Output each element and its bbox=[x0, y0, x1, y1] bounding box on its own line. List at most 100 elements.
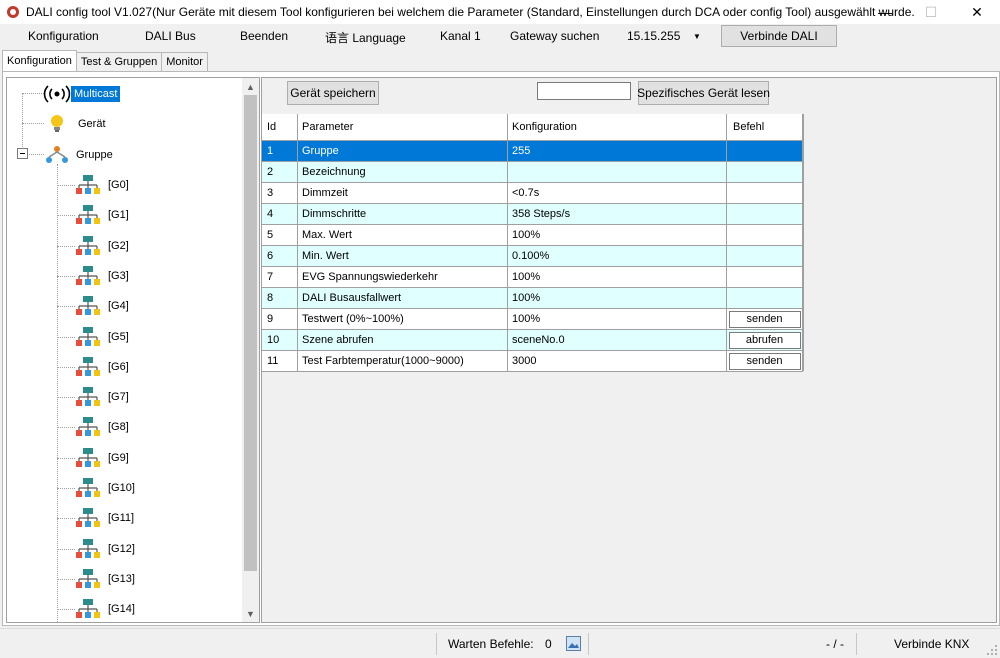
tree-node-group-item[interactable]: [G4] bbox=[75, 295, 132, 317]
tree-label-group-item: [G3] bbox=[108, 269, 129, 282]
tree-label-group-item: [G2] bbox=[108, 239, 129, 252]
cell-id: 7 bbox=[262, 267, 298, 288]
cell-configuration[interactable]: 100% bbox=[508, 309, 727, 330]
address-value: 15.15.255 bbox=[627, 29, 681, 43]
tree-node-group-item[interactable]: [G9] bbox=[75, 447, 132, 469]
tree-node-group[interactable]: Gruppe bbox=[43, 144, 116, 166]
tree-label-group-item: [G4] bbox=[108, 300, 129, 313]
tree-label-group-item: [G13] bbox=[108, 572, 135, 585]
tab-strip: Konfiguration Test & Gruppen Monitor bbox=[2, 50, 208, 72]
table-row[interactable]: 8 DALI Busausfallwert 100% bbox=[262, 288, 803, 309]
cell-configuration[interactable]: 100% bbox=[508, 225, 727, 246]
cell-configuration[interactable]: 358 Steps/s bbox=[508, 204, 727, 225]
cell-configuration[interactable]: 100% bbox=[508, 288, 727, 309]
maximize-button[interactable]: ☐ bbox=[908, 0, 954, 24]
tree-node-group-item[interactable]: [G10] bbox=[75, 477, 138, 499]
device-tree[interactable]: Multicast Gerät Gruppe [G0] [G1] [G2] [G3] [… bbox=[6, 77, 260, 623]
table-row[interactable]: 10 Szene abrufen sceneNo.0 abrufen bbox=[262, 330, 803, 351]
tree-node-group-item[interactable]: [G7] bbox=[75, 386, 132, 408]
cell-configuration[interactable]: 3000 bbox=[508, 351, 727, 372]
cell-configuration[interactable] bbox=[508, 162, 727, 183]
tree-node-group-item[interactable]: [G5] bbox=[75, 326, 132, 348]
tree-node-group-item[interactable]: [G3] bbox=[75, 265, 132, 287]
resize-grip-icon[interactable] bbox=[986, 644, 998, 656]
tree-node-multicast[interactable]: Multicast bbox=[43, 83, 121, 105]
table-row[interactable]: 6 Min. Wert 0.100% bbox=[262, 246, 803, 267]
parameter-grid[interactable]: Id Parameter Konfiguration Befehl 1 Grupp… bbox=[262, 114, 804, 372]
scroll-thumb[interactable] bbox=[244, 95, 257, 571]
header-configuration: Konfiguration bbox=[508, 114, 727, 141]
tree-node-group-item[interactable]: [G11] bbox=[75, 507, 137, 529]
cell-command bbox=[727, 288, 803, 309]
tree-node-group-item[interactable]: [G0] bbox=[75, 174, 132, 196]
row-senden-button[interactable]: senden bbox=[728, 352, 801, 370]
table-row[interactable]: 5 Max. Wert 100% bbox=[262, 225, 803, 246]
tree-node-group-item[interactable]: [G14] bbox=[75, 598, 138, 620]
cell-configuration[interactable]: <0.7s bbox=[508, 183, 727, 204]
row-senden-button[interactable]: senden bbox=[728, 310, 801, 328]
tree-node-group-item[interactable]: [G12] bbox=[75, 538, 138, 560]
network-group-icon bbox=[76, 538, 100, 558]
tab-test-gruppen[interactable]: Test & Gruppen bbox=[75, 52, 163, 71]
dropdown-arrow-icon[interactable]: ▼ bbox=[689, 32, 705, 41]
collapse-toggle-icon[interactable] bbox=[17, 148, 28, 159]
tree-node-group-item[interactable]: [G1] bbox=[75, 204, 132, 226]
tree-line bbox=[57, 245, 75, 247]
network-group-icon bbox=[76, 508, 100, 528]
menu-konfiguration[interactable]: Konfiguration bbox=[28, 29, 99, 43]
address-combobox[interactable]: 15.15.255 ▼ bbox=[618, 25, 706, 47]
menu-beenden[interactable]: Beenden bbox=[240, 29, 288, 43]
cell-id: 6 bbox=[262, 246, 298, 267]
scroll-up-icon[interactable]: ▲ bbox=[242, 78, 259, 95]
menu-kanal[interactable]: Kanal 1 bbox=[440, 29, 481, 43]
minimize-button[interactable]: — bbox=[862, 0, 908, 24]
table-row[interactable]: 7 EVG Spannungswiederkehr 100% bbox=[262, 267, 803, 288]
cell-configuration[interactable]: sceneNo.0 bbox=[508, 330, 727, 351]
table-row[interactable]: 3 Dimmzeit <0.7s bbox=[262, 183, 803, 204]
tree-line bbox=[57, 275, 75, 277]
cell-command: senden bbox=[727, 351, 803, 372]
tree-line bbox=[22, 123, 44, 124]
status-dash: - / - bbox=[826, 637, 844, 651]
table-row[interactable]: 9 Testwert (0%~100%) 100% senden bbox=[262, 309, 803, 330]
waiting-commands-label: Warten Befehle: bbox=[448, 637, 534, 651]
table-row[interactable]: 2 Bezeichnung bbox=[262, 162, 803, 183]
tree-node-group-item[interactable]: [G6] bbox=[75, 356, 132, 378]
connect-knx-status[interactable]: Verbinde KNX bbox=[894, 637, 969, 651]
cell-id: 1 bbox=[262, 141, 298, 162]
tree-node-group-item[interactable]: [G13] bbox=[75, 568, 138, 590]
tree-scrollbar[interactable]: ▲ ▼ bbox=[242, 78, 259, 622]
menu-bar: Konfiguration DALI Bus Beenden 语言 Langua… bbox=[0, 24, 1000, 50]
close-button[interactable]: ✕ bbox=[954, 0, 1000, 24]
scroll-down-icon[interactable]: ▼ bbox=[242, 605, 259, 622]
cell-parameter: EVG Spannungswiederkehr bbox=[298, 267, 508, 288]
network-group-icon bbox=[76, 387, 100, 407]
save-device-button[interactable]: Gerät speichern bbox=[287, 81, 379, 105]
menu-dali-bus[interactable]: DALI Bus bbox=[145, 29, 196, 43]
row-abrufen-button[interactable]: abrufen bbox=[728, 331, 801, 349]
cell-configuration[interactable]: 100% bbox=[508, 267, 727, 288]
cell-configuration[interactable]: 0.100% bbox=[508, 246, 727, 267]
tab-konfiguration[interactable]: Konfiguration bbox=[2, 50, 77, 71]
title-bar: DALI config tool V1.027(Nur Geräte mit d… bbox=[0, 0, 1000, 24]
tree-label-group-item: [G9] bbox=[108, 451, 129, 464]
tree-label-group-item: [G7] bbox=[108, 391, 129, 404]
cell-id: 5 bbox=[262, 225, 298, 246]
table-row[interactable]: 1 Gruppe 255 bbox=[262, 141, 803, 162]
cell-configuration[interactable]: 255 bbox=[508, 141, 727, 162]
tree-node-group-item[interactable]: [G2] bbox=[75, 235, 132, 257]
tab-monitor[interactable]: Monitor bbox=[161, 52, 208, 71]
network-group-icon bbox=[76, 568, 100, 588]
connect-dali-button[interactable]: Verbinde DALI bbox=[721, 25, 837, 47]
menu-language[interactable]: 语言 Language bbox=[325, 29, 406, 46]
tree-node-device[interactable]: Gerät bbox=[45, 113, 109, 135]
menu-gateway-search[interactable]: Gateway suchen bbox=[510, 29, 599, 43]
table-row[interactable]: 4 Dimmschritte 358 Steps/s bbox=[262, 204, 803, 225]
read-specific-device-button[interactable]: Spezifisches Gerät lesen bbox=[637, 81, 770, 105]
device-id-input[interactable] bbox=[537, 82, 631, 100]
table-row[interactable]: 11 Test Farbtemperatur(1000~9000) 3000 send… bbox=[262, 351, 803, 372]
network-group-icon bbox=[76, 356, 100, 376]
tree-label-group-item: [G10] bbox=[108, 482, 135, 494]
tree-node-group-item[interactable]: [G8] bbox=[75, 416, 132, 438]
cell-id: 11 bbox=[262, 351, 298, 372]
